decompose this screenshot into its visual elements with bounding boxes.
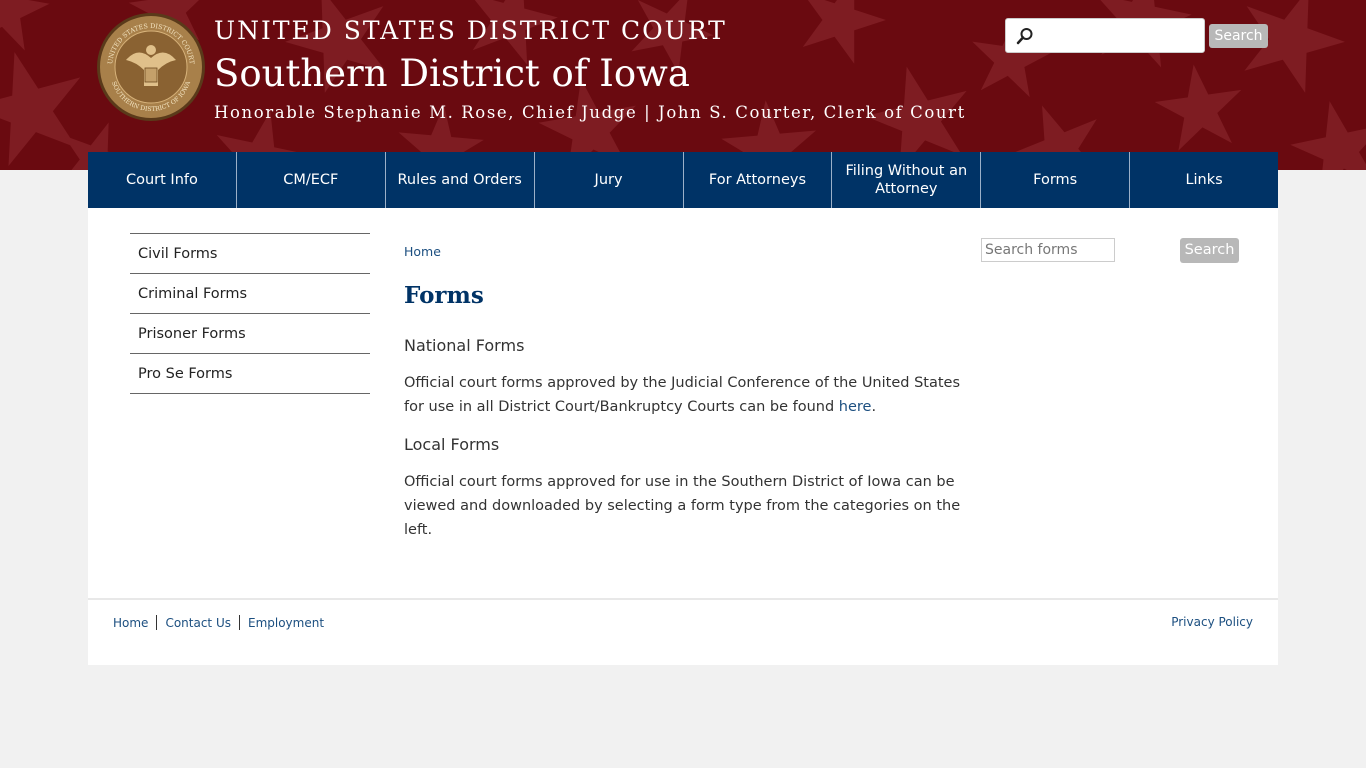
nav-links[interactable]: Links: [1130, 152, 1278, 208]
nav-for-attorneys[interactable]: For Attorneys: [684, 152, 833, 208]
sidebar-item-pro-se-forms[interactable]: Pro Se Forms: [130, 354, 370, 394]
site-search-field[interactable]: [1005, 18, 1205, 53]
nav-jury[interactable]: Jury: [535, 152, 684, 208]
forms-search-button[interactable]: Search: [1180, 238, 1239, 263]
sidebar-item-prisoner-forms[interactable]: Prisoner Forms: [130, 314, 370, 354]
main-content: Civil Forms Criminal Forms Prisoner Form…: [88, 208, 1278, 598]
footer-links: Home Contact Us Employment: [113, 615, 324, 630]
footer-link-privacy-policy[interactable]: Privacy Policy: [1171, 615, 1253, 629]
page-title: Forms: [404, 282, 484, 309]
site-search-button[interactable]: Search: [1209, 24, 1268, 48]
footer-separator: [156, 615, 158, 630]
local-forms-heading: Local Forms: [404, 435, 500, 454]
court-seal-icon: UNITED STATES DISTRICT COURT SOUTHERN DI…: [97, 13, 205, 121]
court-name-line: UNITED STATES DISTRICT COURT: [214, 16, 727, 45]
national-forms-link[interactable]: here: [839, 399, 872, 415]
nav-court-info[interactable]: Court Info: [88, 152, 237, 208]
main-nav: Court Info CM/ECF Rules and Orders Jury …: [88, 152, 1278, 208]
footer-link-home[interactable]: Home: [113, 616, 148, 630]
national-forms-heading: National Forms: [404, 336, 525, 355]
national-forms-period: .: [871, 399, 877, 415]
nav-filing-without-attorney[interactable]: Filing Without an Attorney: [832, 152, 982, 208]
forms-search-input[interactable]: [982, 239, 1114, 261]
magnifier-icon: [1016, 28, 1033, 45]
district-name[interactable]: Southern District of Iowa: [214, 52, 690, 95]
national-forms-text: Official court forms approved by the Jud…: [404, 371, 964, 419]
sidebar-item-criminal-forms[interactable]: Criminal Forms: [130, 274, 370, 314]
nav-cm-ecf[interactable]: CM/ECF: [237, 152, 386, 208]
footer-separator: [238, 615, 240, 630]
site-search-input[interactable]: [1040, 24, 1200, 48]
forms-search-field[interactable]: [981, 238, 1115, 262]
footer-link-contact-us[interactable]: Contact Us: [165, 616, 231, 630]
forms-sidebar: Civil Forms Criminal Forms Prisoner Form…: [130, 233, 370, 394]
local-forms-text: Official court forms approved for use in…: [404, 474, 961, 538]
judges-line: Honorable Stephanie M. Rose, Chief Judge…: [214, 103, 966, 122]
footer-link-employment[interactable]: Employment: [248, 616, 324, 630]
nav-rules-and-orders[interactable]: Rules and Orders: [386, 152, 535, 208]
sidebar-item-civil-forms[interactable]: Civil Forms: [130, 234, 370, 274]
breadcrumb-home[interactable]: Home: [404, 244, 441, 259]
nav-forms[interactable]: Forms: [981, 152, 1131, 208]
footer: Home Contact Us Employment Privacy Polic…: [88, 600, 1278, 665]
national-forms-body: Official court forms approved by the Jud…: [404, 375, 961, 415]
